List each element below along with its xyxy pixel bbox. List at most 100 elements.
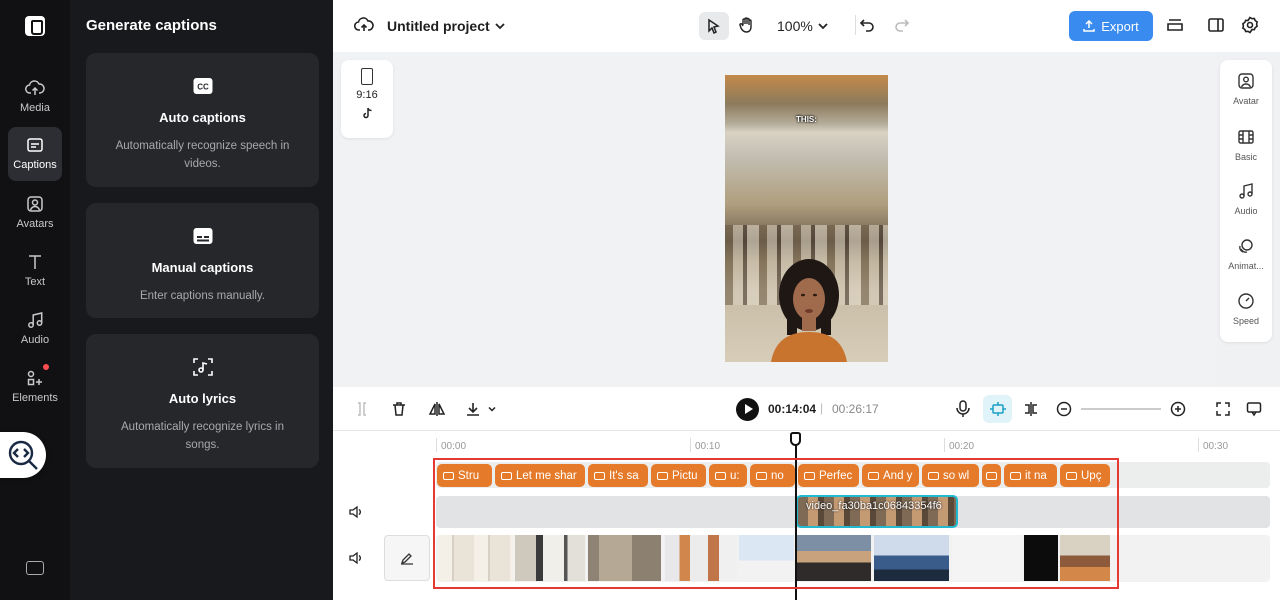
edit-cover-button[interactable] xyxy=(384,535,430,581)
music-note-icon xyxy=(28,312,43,328)
rail-item-label: Elements xyxy=(12,392,58,404)
aspect-ratio-button[interactable]: 9:16 xyxy=(341,60,393,138)
avatar-icon xyxy=(1238,73,1254,89)
rail-item-label: Media xyxy=(20,102,50,114)
rp-label: Speed xyxy=(1232,316,1260,326)
music-note-icon xyxy=(1239,183,1253,199)
tiktok-icon xyxy=(362,107,372,119)
rail-item-elements[interactable]: Elements xyxy=(8,360,62,414)
microphone-icon[interactable] xyxy=(953,399,973,419)
lyrics-icon xyxy=(192,358,213,376)
zoom-level[interactable]: 100% xyxy=(777,18,813,34)
ruler-label: 00:00 xyxy=(441,441,467,452)
split-screen-icon[interactable] xyxy=(1021,399,1041,419)
keyboard-shortcuts-icon[interactable] xyxy=(26,561,44,575)
auto-lyrics-card[interactable]: Auto lyrics Automatically recognize lyri… xyxy=(86,334,319,468)
volume-icon[interactable] xyxy=(349,551,363,565)
cursor-icon xyxy=(708,18,720,34)
card-description: Automatically recognize lyrics in songs. xyxy=(121,421,284,451)
aspect-ratio-label: 9:16 xyxy=(356,89,378,101)
timeline-toolbar: 00:14:04 | 00:26:17 xyxy=(333,387,1280,431)
left-rail: Media Captions Avatars Text Audio Elemen… xyxy=(0,0,70,600)
rail-item-avatars[interactable]: Avatars xyxy=(8,186,62,240)
magnifier-code-icon xyxy=(8,440,38,470)
panel-layout-icon[interactable] xyxy=(1205,14,1227,36)
rp-audio[interactable]: Audio xyxy=(1220,182,1272,216)
playhead-handle[interactable] xyxy=(790,432,801,446)
rail-item-text[interactable]: Text xyxy=(8,244,62,298)
undo-icon[interactable] xyxy=(856,14,878,36)
pencil-icon xyxy=(400,553,413,565)
magnet-snap-button[interactable] xyxy=(983,395,1012,423)
card-title: Auto captions xyxy=(159,110,246,125)
text-icon xyxy=(29,255,41,269)
phone-icon xyxy=(361,68,373,85)
fullscreen-icon[interactable] xyxy=(1213,399,1233,419)
layers-icon[interactable] xyxy=(1164,14,1186,36)
selection-box xyxy=(433,458,1119,589)
zoom-slider[interactable] xyxy=(1081,408,1161,410)
flip-icon[interactable] xyxy=(427,399,447,419)
rail-item-label: Captions xyxy=(13,159,57,171)
ruler-label: 00:30 xyxy=(1203,441,1229,452)
card-title: Manual captions xyxy=(151,260,254,275)
cc-icon: CC xyxy=(193,78,212,94)
top-bar: Untitled project 100% Export xyxy=(333,0,1280,52)
split-icon[interactable] xyxy=(352,399,372,419)
upload-icon xyxy=(1083,20,1095,32)
manual-captions-card[interactable]: Manual captions Enter captions manually. xyxy=(86,203,319,318)
ruler-tick xyxy=(944,438,945,452)
export-button[interactable]: Export xyxy=(1069,11,1153,41)
presenter-image xyxy=(771,259,847,362)
elements-icon xyxy=(27,370,42,386)
ruler-label: 00:20 xyxy=(949,441,975,452)
right-properties-panel: Avatar Basic Audio Animat... Speed xyxy=(1220,60,1272,342)
project-name[interactable]: Untitled project xyxy=(387,18,490,34)
rail-item-label: Avatars xyxy=(16,218,54,230)
volume-icon[interactable] xyxy=(349,505,363,519)
select-tool-button[interactable] xyxy=(699,12,729,40)
film-icon xyxy=(1238,130,1254,144)
rail-item-label: Text xyxy=(24,276,46,288)
download-icon[interactable] xyxy=(463,399,483,419)
app-logo-icon[interactable] xyxy=(25,16,45,36)
zoom-out-icon[interactable] xyxy=(1054,399,1074,419)
current-time: 00:14:04 xyxy=(768,402,817,416)
rp-label: Audio xyxy=(1234,206,1258,216)
ruler-label: 00:10 xyxy=(695,441,721,452)
chevron-down-icon[interactable] xyxy=(489,15,511,37)
redo-icon[interactable] xyxy=(891,14,913,36)
preview-caption[interactable]: THIS: xyxy=(725,115,888,124)
auto-captions-card[interactable]: CC Auto captions Automatically recognize… xyxy=(86,53,319,187)
speedometer-icon xyxy=(1238,293,1254,309)
rail-item-captions[interactable]: Captions xyxy=(8,127,62,181)
zoom-chevron-down-icon[interactable] xyxy=(812,15,834,37)
rail-item-audio[interactable]: Audio xyxy=(8,302,62,356)
delete-icon[interactable] xyxy=(389,399,409,419)
play-button[interactable] xyxy=(736,398,759,421)
rail-item-media[interactable]: Media xyxy=(8,70,62,124)
video-preview[interactable]: THIS: xyxy=(725,75,888,362)
notification-dot xyxy=(43,364,49,370)
cloud-sync-icon[interactable] xyxy=(353,14,375,36)
animation-icon xyxy=(1239,239,1253,253)
ruler-tick xyxy=(690,438,691,452)
ruler-tick xyxy=(436,438,437,452)
settings-gear-icon[interactable] xyxy=(1239,14,1261,36)
rp-speed[interactable]: Speed xyxy=(1220,292,1272,326)
rp-basic[interactable]: Basic xyxy=(1220,128,1272,162)
feedback-icon[interactable] xyxy=(1244,399,1264,419)
rp-avatar[interactable]: Avatar xyxy=(1220,72,1272,106)
download-chevron-icon[interactable] xyxy=(482,399,502,419)
ruler-tick xyxy=(1198,438,1199,452)
code-magnifier-button[interactable] xyxy=(0,432,46,478)
subtitle-icon xyxy=(193,228,212,244)
rp-animation[interactable]: Animat... xyxy=(1220,237,1272,271)
cloud-upload-icon xyxy=(25,80,45,95)
hand-tool-icon[interactable] xyxy=(736,14,758,36)
zoom-in-icon[interactable] xyxy=(1168,399,1188,419)
rp-label: Avatar xyxy=(1233,96,1259,106)
captions-panel: Generate captions CC Auto captions Autom… xyxy=(70,0,333,600)
card-description: Automatically recognize speech in videos… xyxy=(115,140,290,170)
avatar-icon xyxy=(27,196,43,212)
